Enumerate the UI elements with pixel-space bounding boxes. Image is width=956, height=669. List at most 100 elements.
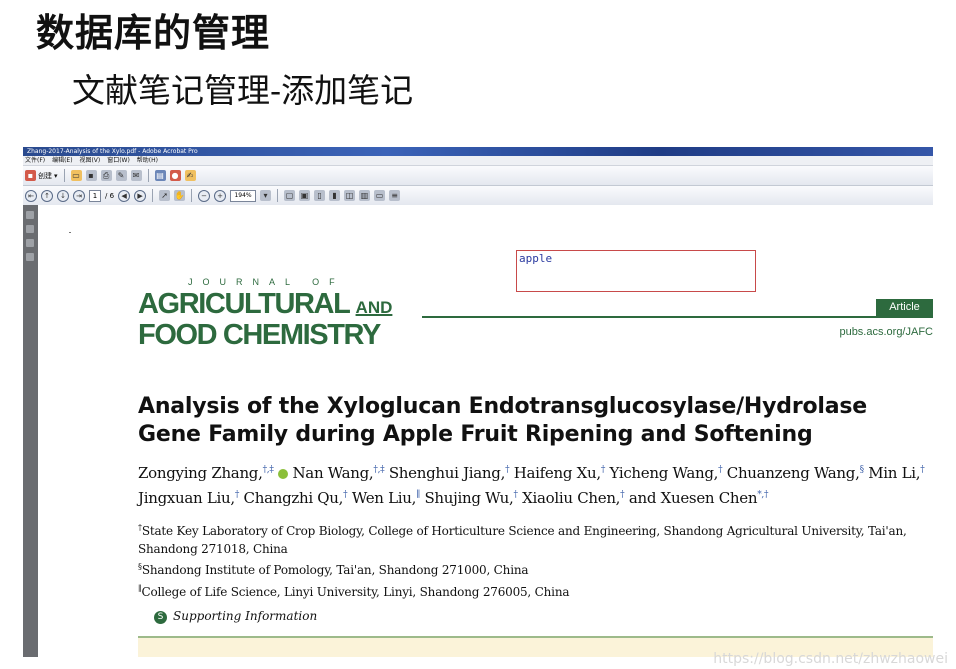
slide-subtitle: 文献笔记管理-添加笔记	[72, 71, 414, 110]
email-icon[interactable]: ✉	[130, 170, 142, 181]
author-entry: Yicheng Wang,†	[610, 464, 723, 482]
author-affiliation-mark[interactable]: †	[505, 465, 510, 475]
navigation-pane	[23, 205, 38, 657]
create-button[interactable]: ▪ 创建 ▾	[25, 170, 58, 181]
zoom-in-icon[interactable]: +	[214, 189, 227, 202]
hand-tool-icon[interactable]: ✋	[174, 190, 186, 201]
menu-help[interactable]: 帮助(H)	[137, 157, 158, 164]
two-page-icon[interactable]: ◫	[344, 190, 356, 201]
author-affiliation-mark[interactable]: †	[343, 490, 348, 500]
page-mark	[69, 232, 71, 233]
author-affiliation-mark[interactable]: †	[718, 465, 723, 475]
zoom-dropdown-icon[interactable]: ▾	[260, 190, 272, 201]
full-screen-icon[interactable]: ▭	[374, 190, 386, 201]
zoom-level-input[interactable]: 194%	[230, 189, 257, 202]
last-page-icon[interactable]: ⇥	[73, 189, 85, 202]
author-entry: Wen Liu,∥	[352, 489, 420, 507]
read-mode-icon[interactable]: ≡	[389, 190, 401, 201]
forward-icon[interactable]: ▶	[134, 189, 147, 202]
affiliation-2: §Shandong Institute of Pomology, Tai'an,…	[138, 558, 933, 579]
first-page-icon[interactable]: ⇤	[25, 189, 37, 202]
attachments-panel-icon[interactable]	[26, 239, 34, 247]
supporting-information-link[interactable]: S Supporting Information	[154, 609, 317, 624]
single-page-icon[interactable]: ▯	[314, 190, 326, 201]
menu-file[interactable]: 文件(F)	[25, 157, 45, 164]
article-title: Analysis of the Xyloglucan Endotransgluc…	[138, 394, 867, 447]
author-entry: Changzhi Qu,†	[244, 489, 348, 507]
header-rule	[422, 316, 933, 318]
author-name: Shenghui Jiang,	[388, 464, 506, 482]
journal-name-agricultural: AGRICULTURAL	[138, 288, 356, 320]
signatures-panel-icon[interactable]	[26, 253, 34, 261]
author-entry: Chuanzeng Wang,§	[727, 464, 864, 482]
journal-url[interactable]: pubs.acs.org/JAFC	[839, 326, 933, 338]
sign-icon[interactable]: ✍	[184, 170, 196, 181]
menu-view[interactable]: 视图(V)	[79, 157, 100, 164]
back-icon[interactable]: ◀	[118, 189, 131, 202]
author-entry: Jingxuan Liu,†	[138, 489, 239, 507]
author-name: Jingxuan Liu,	[138, 489, 235, 507]
menu-bar: 文件(F) 编辑(E) 视图(V) 窗口(W) 帮助(H)	[23, 156, 933, 166]
create-pdf-icon: ▪	[25, 170, 36, 181]
author-entry: Xiaoliu Chen,†	[522, 489, 625, 507]
open-folder-icon[interactable]: ▭	[70, 170, 82, 181]
window-title: Zhang-2017-Analysis of the Xylo.pdf - Ad…	[23, 147, 933, 156]
author-name: Min Li,	[868, 464, 921, 482]
author-affiliation-mark[interactable]: †	[920, 465, 925, 475]
author-name: Haifeng Xu,	[513, 464, 601, 482]
author-entry: Shenghui Jiang,†	[388, 464, 510, 482]
author-name: Xiaoliu Chen,	[522, 489, 621, 507]
text-comment-box[interactable]: apple	[516, 250, 756, 292]
page-total: / 6	[105, 191, 115, 200]
journal-name-line1: JOURNAL OF	[188, 277, 345, 287]
author-entry: and Xuesen Chen*,†	[628, 489, 769, 507]
zoom-out-icon[interactable]: −	[198, 189, 211, 202]
author-name: Chuanzeng Wang,	[726, 464, 860, 482]
two-page-scroll-icon[interactable]: ▥	[359, 190, 371, 201]
author-affiliation-mark[interactable]: †	[513, 490, 518, 500]
fit-width-icon[interactable]: ▣	[299, 190, 311, 201]
supporting-info-icon: S	[154, 611, 167, 624]
menu-edit[interactable]: 编辑(E)	[52, 157, 72, 164]
save-icon[interactable]: ▪	[85, 170, 97, 181]
select-tool-icon[interactable]: ➚	[159, 190, 171, 201]
continuous-page-icon[interactable]: ▮	[329, 190, 341, 201]
watermark: https://blog.csdn.net/zhwzhaowei	[713, 651, 948, 667]
bookmarks-panel-icon[interactable]	[26, 225, 34, 233]
author-name: Yicheng Wang,	[609, 464, 719, 482]
author-name: Zongying Zhang,	[138, 464, 263, 482]
pages-panel-icon[interactable]	[26, 211, 34, 219]
author-affiliation-mark[interactable]: ∥	[416, 490, 420, 500]
edit-icon[interactable]: ✎	[115, 170, 127, 181]
comment-text[interactable]: apple	[519, 252, 552, 265]
combine-files-icon[interactable]: ▤	[154, 170, 166, 181]
author-name: and Xuesen Chen	[628, 489, 758, 507]
document-page[interactable]: apple JOURNAL OF AGRICULTURAL AND FOOD C…	[38, 205, 933, 657]
slide-title: 数据库的管理	[36, 11, 271, 55]
next-page-icon[interactable]: ↓	[57, 189, 69, 202]
toolbar-divider	[63, 169, 65, 182]
chevron-down-icon: ▾	[54, 171, 58, 180]
author-affiliation-mark[interactable]: §	[860, 465, 865, 475]
author-name: Wen Liu,	[351, 489, 417, 507]
author-affiliation-mark[interactable]: †	[601, 465, 606, 475]
menu-window[interactable]: 窗口(W)	[107, 157, 130, 164]
secure-icon[interactable]: ●	[169, 170, 181, 181]
author-entry: Shujing Wu,†	[424, 489, 518, 507]
author-affiliation-mark[interactable]: †,‡	[373, 465, 384, 475]
orcid-icon[interactable]	[278, 469, 289, 479]
toolbar-divider	[152, 189, 154, 202]
article-type-badge: Article	[876, 299, 933, 316]
author-affiliation-mark[interactable]: †	[620, 490, 625, 500]
toolbar-divider	[147, 169, 149, 182]
affiliation-text: Shandong Institute of Pomology, Tai'an, …	[141, 563, 529, 577]
author-affiliation-mark[interactable]: †	[235, 490, 240, 500]
previous-page-icon[interactable]: ↑	[41, 189, 53, 202]
fit-page-icon[interactable]: ▢	[284, 190, 296, 201]
page-number-input[interactable]: 1	[89, 189, 101, 202]
journal-name-line3: FOOD CHEMISTRY	[138, 319, 381, 351]
author-affiliation-mark[interactable]: †,‡	[263, 465, 274, 475]
author-affiliation-mark[interactable]: *,†	[757, 490, 768, 500]
print-icon[interactable]: ⎙	[100, 170, 112, 181]
author-entry: Nan Wang,†,‡	[292, 464, 384, 482]
